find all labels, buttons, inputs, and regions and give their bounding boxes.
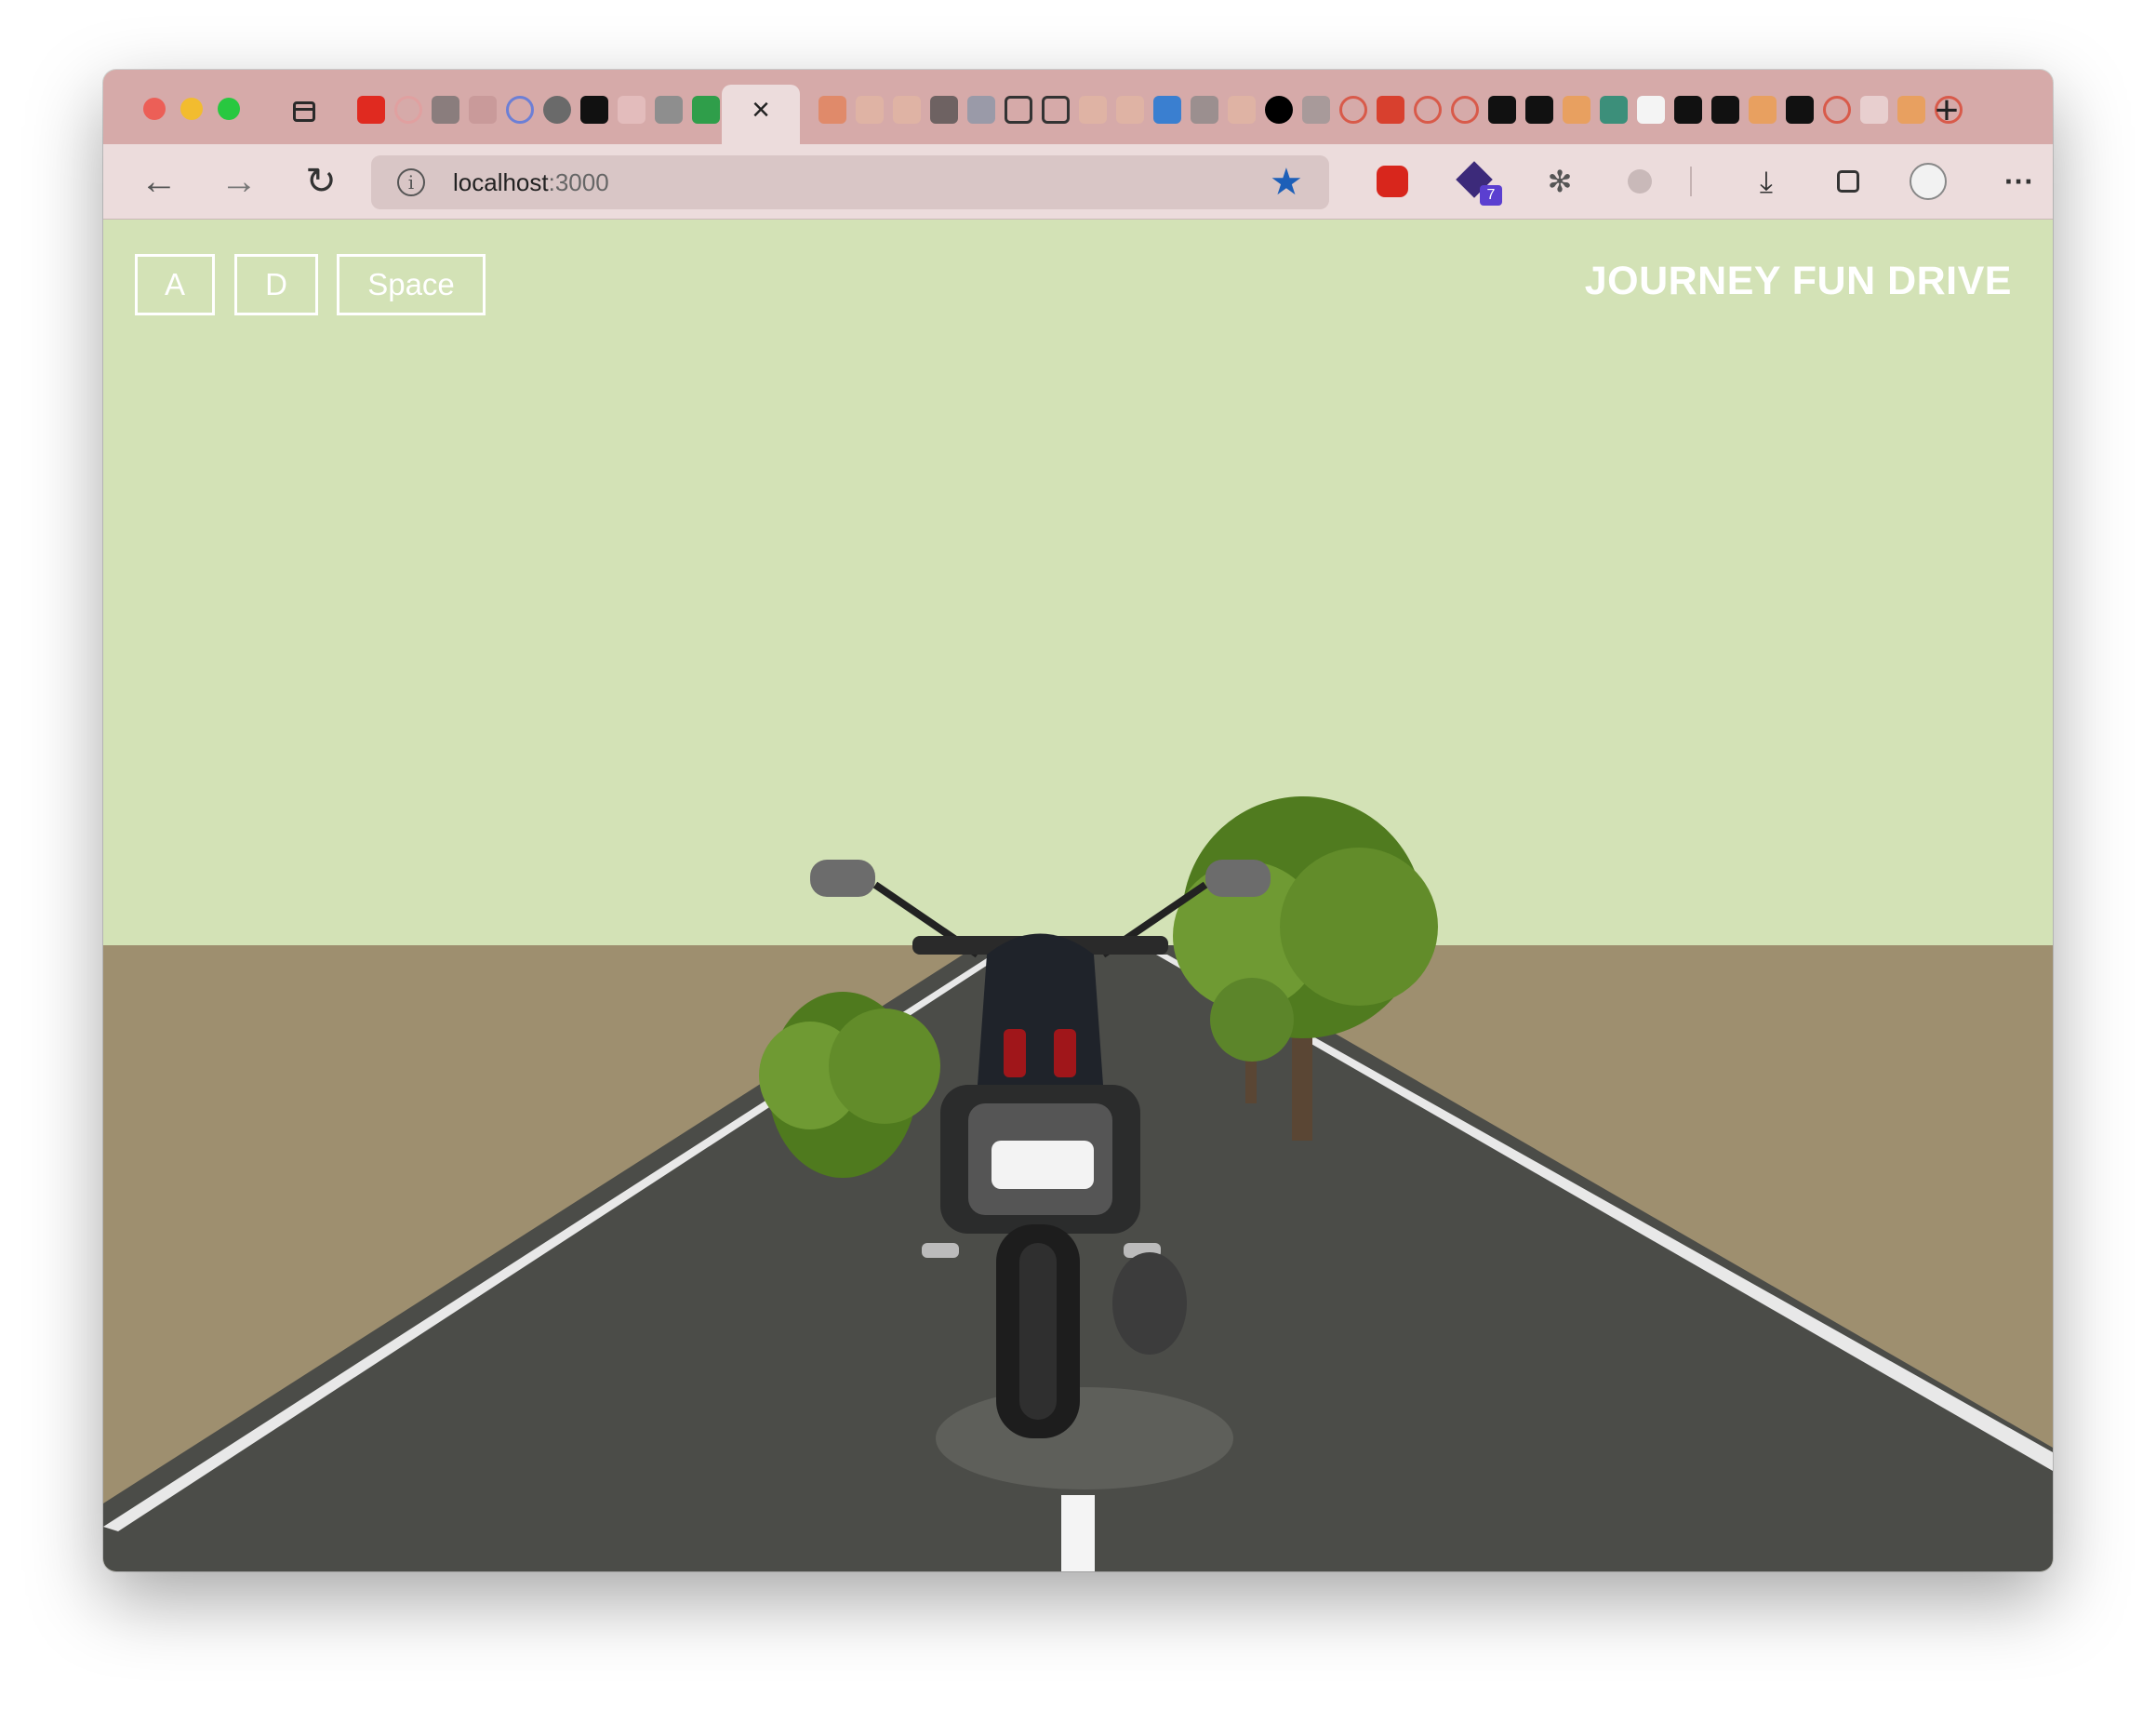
mirror-left [810,860,875,897]
orange-tab-icon[interactable] [818,96,846,124]
stack-tab-icon-7[interactable] [1749,96,1777,124]
cube-tab-icon[interactable] [967,96,995,124]
game-title: JOURNEY FUN DRIVE [1584,259,2012,303]
exhaust [1112,1252,1187,1355]
extension-badge-icon[interactable]: 7 [1456,161,1502,206]
new-tab-button[interactable]: + [1928,90,1965,131]
fuel-tank [978,933,1103,1103]
motorbike-shadow [936,1387,1233,1490]
faded-tab-icon[interactable] [469,96,497,124]
doc-tab-icon-2[interactable] [1042,96,1070,124]
reload-button[interactable]: ↻ [300,161,341,202]
tab-actions-icon[interactable] [293,101,315,122]
license-plate [991,1141,1094,1189]
r-tab-icon[interactable] [580,96,608,124]
game-canvas[interactable]: A D Space JOURNEY FUN DRIVE [103,220,2053,1571]
stack-tab-icon-2[interactable] [893,96,921,124]
back-button[interactable]: ← [139,161,180,202]
game-scene [103,796,2053,1571]
p-tab-icon[interactable] [1637,96,1665,124]
red-tab-icon[interactable] [1377,96,1404,124]
more-menu-icon[interactable]: ··· [1999,161,2040,202]
plus-green-tab-icon[interactable] [692,96,720,124]
adblock-extension-icon[interactable] [1372,161,1413,202]
cube-blue-tab-icon[interactable] [1153,96,1181,124]
bug-extension-icon[interactable]: ✻ [1539,161,1580,202]
forward-button[interactable]: → [219,161,260,202]
doc-tab-icon[interactable] [1005,96,1032,124]
site-info-icon[interactable]: i [397,168,425,196]
extension-badge-count: 7 [1480,185,1502,206]
collections-icon[interactable] [1828,161,1869,202]
maximize-window-button[interactable] [218,98,240,120]
panther-tab-icon-2[interactable] [1525,96,1553,124]
faded-tab-icon-2[interactable] [618,96,645,124]
panther-tab-icon-5[interactable] [1786,96,1814,124]
youtube-tab-icon[interactable] [357,96,385,124]
circle-tab-icon[interactable] [543,96,571,124]
mirror-right [1205,860,1271,897]
loading-tab-icon[interactable] [506,96,534,124]
google-tab-icon-3[interactable] [1414,96,1442,124]
tail-light-left [1004,1029,1026,1077]
h-tab-icon[interactable] [1191,96,1218,124]
minimize-window-button[interactable] [180,98,203,120]
browser-toolbar: ← → ↻ i localhost:3000 ★ 7 ✻ ⤓ ··· [103,144,2053,220]
google-tab-icon-4[interactable] [1451,96,1479,124]
tail-light-right [1054,1029,1076,1077]
v-tab-icon[interactable] [1302,96,1330,124]
url-host: localhost [453,168,549,196]
s-tab-icon[interactable] [1860,96,1888,124]
url-text: localhost:3000 [453,168,609,196]
key-d-button[interactable]: D [234,254,318,315]
close-window-button[interactable] [143,98,166,120]
key-space-button[interactable]: Space [337,254,486,315]
center-lane-dash [1061,1495,1095,1571]
shield-tab-icon[interactable] [930,96,958,124]
bookmark-star-icon[interactable]: ★ [1270,163,1303,202]
panther-tab-icon[interactable] [1488,96,1516,124]
url-port: :3000 [548,168,609,196]
cs-tab-icon[interactable] [1600,96,1628,124]
black-circle-tab-icon[interactable] [1265,96,1293,124]
panther-tab-icon-4[interactable] [1711,96,1739,124]
ghost-extension-icon[interactable] [1619,161,1660,202]
stack-tab-icon-4[interactable] [1116,96,1144,124]
tab-bar: × + [103,70,2053,144]
profile-avatar[interactable] [1908,161,1949,202]
r-outline-tab-icon[interactable] [655,96,683,124]
google-tab-icon[interactable] [394,96,422,124]
panther-tab-icon-3[interactable] [1674,96,1702,124]
stack-tab-icon-5[interactable] [1228,96,1256,124]
stack-tab-icon-6[interactable] [1563,96,1590,124]
browser-window: × + ← → ↻ i localhost:3000 ★ 7 ✻ ⤓ ··· A… [103,70,2053,1571]
address-bar[interactable]: i localhost:3000 ★ [371,155,1329,209]
stack-tab-icon[interactable] [856,96,884,124]
stack-tab-icon-8[interactable] [1897,96,1925,124]
toolbar-divider [1690,167,1692,196]
google-tab-icon-5[interactable] [1823,96,1851,124]
tab-strip [353,94,1967,126]
tab-close-icon[interactable]: × [745,94,777,126]
download-icon[interactable]: ⤓ [1746,161,1787,202]
stack-tab-icon-3[interactable] [1079,96,1107,124]
key-a-button[interactable]: A [135,254,215,315]
google-tab-icon-2[interactable] [1339,96,1367,124]
image-tab-icon[interactable] [432,96,459,124]
